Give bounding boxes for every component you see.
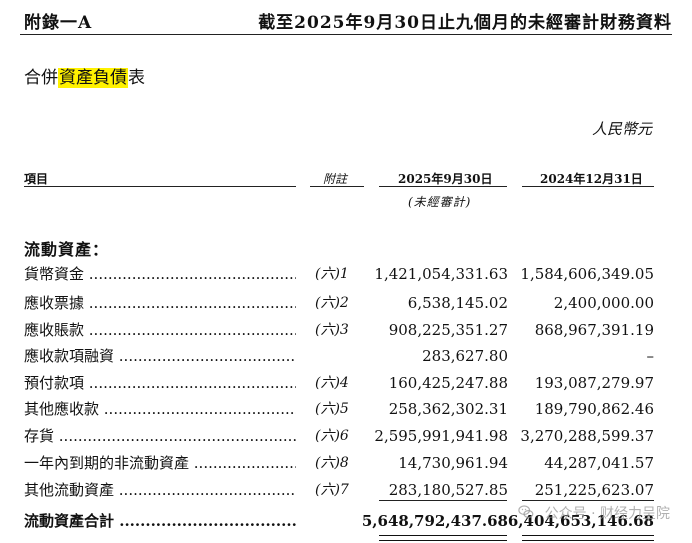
row-label-text: 貨幣資金 xyxy=(24,265,85,283)
table-row: 貨幣資金 ...................................… xyxy=(0,262,692,286)
total-value-2025: 5,648,792,437.68 xyxy=(361,512,508,530)
header-rule-note xyxy=(310,186,364,187)
row-note: (六)5 xyxy=(315,401,349,417)
row-value-2024: 193,087,279.97 xyxy=(534,374,654,392)
row-label: 一年內到期的非流動資產 ............................… xyxy=(24,451,296,475)
row-value-2024: 3,270,288,599.37 xyxy=(520,427,654,445)
row-note: (六)2 xyxy=(315,295,349,311)
row-label-text: 預付款項 xyxy=(24,374,85,392)
row-label-text: 應收款項融資 xyxy=(24,347,115,365)
table-row: 其他流動資產 .................................… xyxy=(0,478,692,502)
row-note: (六)6 xyxy=(315,428,349,444)
unaudited-label: (未經審計) xyxy=(408,195,472,209)
row-label-text: 應收票據 xyxy=(24,294,85,312)
row-label-text: 存貨 xyxy=(24,427,55,445)
table-row: 預付款項 ...................................… xyxy=(0,371,692,395)
watermark-text: 公众号 · 财经力呈院 xyxy=(544,506,670,522)
table-row: 一年內到期的非流動資產 ............................… xyxy=(0,451,692,475)
table-row: 存貨 .....................................… xyxy=(0,424,692,448)
statement-title-suffix: 表 xyxy=(128,68,145,88)
row-label: 應收賬款 ...................................… xyxy=(24,318,296,342)
currency-label: 人民幣元 xyxy=(591,120,652,138)
row-value-2025: 908,225,351.27 xyxy=(388,321,508,339)
row-value-2024: 251,225,623.07 xyxy=(534,481,654,499)
row-value-2025: 258,362,302.31 xyxy=(388,400,508,418)
column-header-2024: 2024年12月31日 xyxy=(540,172,643,186)
column-header-note: 附註 xyxy=(323,172,348,186)
row-label: 預付款項 ...................................… xyxy=(24,371,296,395)
row-label: 應收款項融資 .................................… xyxy=(24,344,296,368)
row-note: (六)4 xyxy=(315,375,349,391)
row-label-text: 應收賬款 xyxy=(24,321,85,339)
total-label: 流動資產合計 .................................… xyxy=(24,509,296,533)
table-row: 應收票據 ...................................… xyxy=(0,291,692,315)
leader-dots: ........................................… xyxy=(118,347,296,365)
row-value-2024: – xyxy=(646,347,655,365)
table-row: 其他應收款 ..................................… xyxy=(0,397,692,421)
row-value-2025: 6,538,145.02 xyxy=(407,294,508,312)
leader-dots: ........................................… xyxy=(118,481,296,499)
row-note: (六)1 xyxy=(315,266,349,282)
leader-dots: ........................................… xyxy=(119,512,296,530)
leader-dots: ........................................… xyxy=(193,454,296,472)
leader-dots: ........................................… xyxy=(88,294,296,312)
row-label-text: 其他應收款 xyxy=(24,400,100,418)
row-note: (六)3 xyxy=(315,322,349,338)
table-row: 應收款項融資 .................................… xyxy=(0,344,692,368)
row-label: 其他應收款 ..................................… xyxy=(24,397,296,421)
row-value-2024: 868,967,391.19 xyxy=(534,321,654,339)
leader-dots: ........................................… xyxy=(88,265,296,283)
financial-statement-page: 附錄一A 截至2025年9月30日止九個月的未經審計財務資料 合併資產負債表 人… xyxy=(0,0,692,543)
row-value-2024: 44,287,041.57 xyxy=(544,454,654,472)
statement-title-prefix: 合併 xyxy=(24,68,58,88)
row-label: 其他流動資產 .................................… xyxy=(24,478,296,502)
leader-dots: ........................................… xyxy=(103,400,296,418)
subtotal-rule-2025 xyxy=(379,500,507,501)
subtotal-rule-2024 xyxy=(522,500,654,501)
row-label: 應收票據 ...................................… xyxy=(24,291,296,315)
table-row: 應收賬款 ...................................… xyxy=(0,318,692,342)
statement-title: 合併資產負債表 xyxy=(24,63,145,88)
row-label-text: 其他流動資產 xyxy=(24,481,115,499)
total-double-rule-2025 xyxy=(379,535,507,541)
header-rule-items xyxy=(24,186,296,187)
leader-dots: ........................................… xyxy=(88,321,296,339)
header-rule-2025 xyxy=(379,186,507,187)
row-value-2025: 283,180,527.85 xyxy=(388,481,508,499)
column-header-2025: 2025年9月30日 xyxy=(398,172,493,186)
row-label: 存貨 .....................................… xyxy=(24,424,296,448)
total-double-rule-2024 xyxy=(522,535,654,541)
watermark: 公众号 · 财经力呈院 xyxy=(518,503,670,523)
period-title: 截至2025年9月30日止九個月的未經審計財務資料 xyxy=(258,13,672,33)
row-value-2024: 2,400,000.00 xyxy=(553,294,654,312)
row-value-2025: 1,421,054,331.63 xyxy=(374,265,508,283)
row-value-2025: 14,730,961.94 xyxy=(398,454,508,472)
section-title-current-assets: 流動資產： xyxy=(24,240,110,259)
row-value-2025: 2,595,991,941.98 xyxy=(374,427,508,445)
row-value-2025: 160,425,247.88 xyxy=(388,374,508,392)
leader-dots: ........................................… xyxy=(58,427,296,445)
row-value-2024: 1,584,606,349.05 xyxy=(520,265,654,283)
row-value-2025: 283,627.80 xyxy=(422,347,508,365)
appendix-label: 附錄一A xyxy=(24,13,93,33)
statement-title-highlight: 資產負債 xyxy=(58,68,128,88)
leader-dots: ........................................… xyxy=(88,374,296,392)
row-label: 貨幣資金 ...................................… xyxy=(24,262,296,286)
row-label-text: 一年內到期的非流動資產 xyxy=(24,454,190,472)
page-header: 附錄一A 截至2025年9月30日止九個月的未經審計財務資料 xyxy=(20,6,672,35)
wechat-icon xyxy=(518,504,534,520)
header-rule-2024 xyxy=(522,186,654,187)
row-note: (六)7 xyxy=(315,482,349,498)
column-header-items: 項目 xyxy=(24,172,49,186)
row-value-2024: 189,790,862.46 xyxy=(534,400,654,418)
row-note: (六)8 xyxy=(315,455,349,471)
